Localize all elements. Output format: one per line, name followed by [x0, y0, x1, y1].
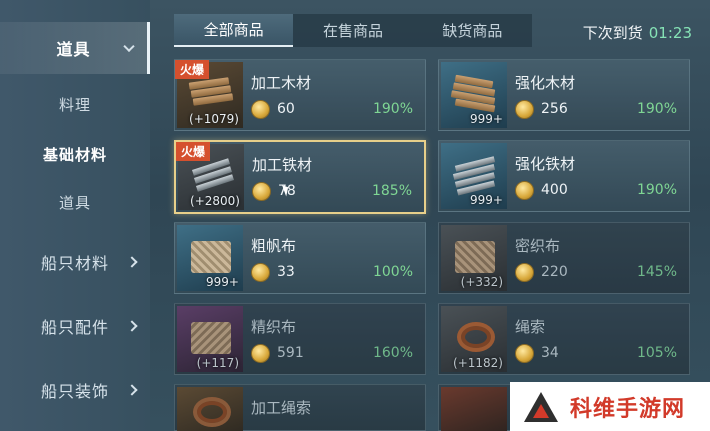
goods-name: 强化铁材 — [515, 155, 576, 173]
coin-icon — [515, 181, 534, 200]
goods-card-processed-iron[interactable]: (+2800) 火爆 加工铁材 78 185% — [174, 140, 426, 214]
coin-icon — [251, 263, 270, 282]
goods-price: 220 — [541, 264, 568, 280]
goods-price: 34 — [541, 345, 559, 361]
goods-name: 加工绳索 — [251, 399, 312, 417]
goods-name: 加工木材 — [251, 74, 312, 92]
reinforced-iron-icon: 999+ — [441, 143, 507, 209]
goods-name: 粗帆布 — [251, 237, 297, 255]
stock-qty: 999+ — [470, 112, 503, 126]
goods-card-processed-rope[interactable]: 加工绳索 — [174, 384, 426, 431]
price-percent: 190% — [372, 101, 413, 117]
goods-card-processed-wood[interactable]: (+1079) 火爆 加工木材 60 190% — [174, 59, 426, 131]
coin-icon — [515, 344, 534, 363]
canvas-cloth-icon: 999+ — [177, 225, 243, 291]
sidebar-item-label: 船只材料 — [40, 254, 109, 273]
goods-card-canvas[interactable]: 999+ 粗帆布 33 100% — [174, 222, 426, 294]
reinforced-wood-icon: 999+ — [441, 62, 507, 128]
shop-tabs: 全部商品 在售商品 缺货商品 — [174, 14, 532, 47]
restock-timer: 下次到货 01:23 — [583, 22, 692, 43]
goods-name: 精织布 — [251, 318, 297, 336]
price-percent: 190% — [636, 101, 677, 117]
chevron-right-icon — [126, 256, 138, 268]
sidebar-item-ship-parts[interactable]: 船只配件 — [0, 304, 150, 348]
tab-label: 全部商品 — [203, 21, 264, 39]
dense-cloth-icon: (+332) — [441, 225, 507, 291]
goods-card-rope[interactable]: (+1182) 绳索 34 105% — [438, 303, 690, 375]
processed-rope-icon — [177, 387, 243, 431]
coin-icon — [251, 344, 270, 363]
sidebar-item-label: 基础材料 — [42, 145, 107, 164]
stock-qty: 999+ — [470, 193, 503, 207]
goods-name: 密织布 — [515, 237, 561, 255]
tab-label: 缺货商品 — [442, 22, 503, 40]
sidebar-item-label: 船只配件 — [40, 318, 109, 337]
tab-out-of-stock[interactable]: 缺货商品 — [413, 14, 532, 47]
goods-name: 加工铁材 — [252, 156, 313, 174]
chevron-right-icon — [126, 320, 138, 332]
watermark: 科维手游网 — [510, 382, 710, 431]
goods-card-reinforced-wood[interactable]: 999+ 强化木材 256 190% — [438, 59, 690, 131]
rope-coil-icon — [441, 387, 507, 431]
coin-icon — [251, 100, 270, 119]
tab-label: 在售商品 — [322, 22, 383, 40]
sidebar-item-label: 料理 — [58, 95, 91, 114]
sidebar-subitem-props[interactable]: 道具 — [0, 184, 150, 220]
sidebar-item-props[interactable]: 道具 — [0, 22, 150, 74]
sidebar-item-label: 道具 — [56, 40, 91, 59]
stock-qty: (+117) — [196, 356, 239, 370]
goods-card-reinforced-iron[interactable]: 999+ 强化铁材 400 190% — [438, 140, 690, 212]
stock-qty: (+2800) — [190, 194, 240, 208]
chevron-down-icon — [123, 40, 135, 53]
sidebar-item-ship-decorations[interactable]: 船只装饰 — [0, 368, 150, 412]
goods-name: 绳索 — [515, 318, 546, 336]
sidebar-item-ship-materials[interactable]: 船只材料 — [0, 240, 150, 284]
stock-qty: (+332) — [460, 275, 503, 289]
sidebar-subitem-basic-materials[interactable]: 基础材料 — [0, 136, 150, 172]
stock-qty: (+1182) — [453, 356, 503, 370]
price-percent: 160% — [372, 345, 413, 361]
goods-price: 256 — [541, 101, 568, 117]
goods-card-fine-cloth[interactable]: (+117) 精织布 591 160% — [174, 303, 426, 375]
fine-cloth-icon: (+117) — [177, 306, 243, 372]
site-logo-icon — [524, 390, 558, 424]
rope-icon: (+1182) — [441, 306, 507, 372]
sidebar-item-label: 道具 — [58, 193, 91, 212]
hot-badge: 火爆 — [176, 142, 211, 161]
stock-qty: (+1079) — [189, 112, 239, 126]
goods-price: 591 — [277, 345, 304, 361]
stock-qty: 999+ — [206, 275, 239, 289]
price-percent: 100% — [372, 264, 413, 280]
restock-countdown: 01:23 — [648, 24, 692, 42]
tab-all-goods[interactable]: 全部商品 — [174, 14, 294, 47]
chevron-right-icon — [126, 384, 138, 396]
price-percent: 145% — [636, 264, 677, 280]
category-sidebar: 道具 料理 基础材料 道具 船只材料 船只配件 船只装饰 — [0, 0, 150, 431]
goods-price: 60 — [277, 101, 295, 117]
coin-icon — [515, 263, 534, 282]
coin-icon — [252, 182, 271, 201]
sidebar-item-label: 船只装饰 — [40, 382, 109, 401]
goods-card-dense-cloth[interactable]: (+332) 密织布 220 145% — [438, 222, 690, 294]
goods-price: 33 — [277, 264, 295, 280]
goods-name: 强化木材 — [515, 74, 576, 92]
hot-badge: 火爆 — [175, 60, 210, 79]
price-percent: 185% — [371, 183, 412, 199]
restock-label: 下次到货 — [582, 24, 643, 42]
watermark-text: 科维手游网 — [570, 396, 686, 422]
goods-price: 400 — [541, 182, 568, 198]
sidebar-subitem-cooking[interactable]: 料理 — [0, 86, 150, 122]
coin-icon — [515, 100, 534, 119]
tab-on-sale[interactable]: 在售商品 — [293, 14, 412, 47]
price-percent: 105% — [636, 345, 677, 361]
price-percent: 190% — [636, 182, 677, 198]
